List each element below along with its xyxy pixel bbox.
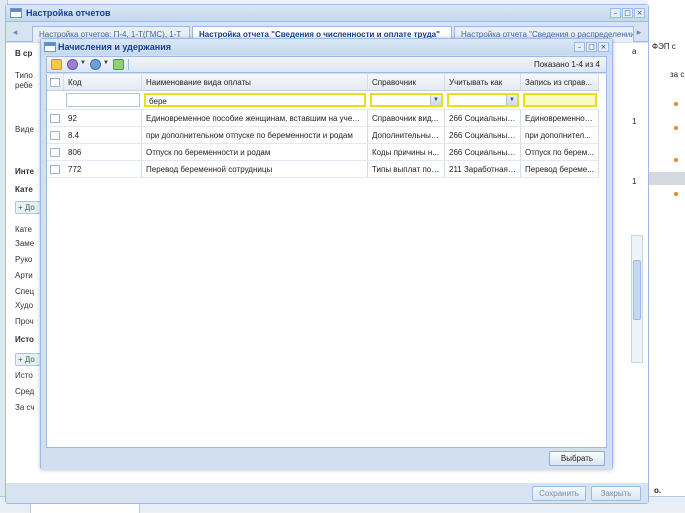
window-title: Настройка отчетов — [26, 8, 111, 18]
record-filter-input[interactable] — [523, 93, 597, 107]
column-header-account-as[interactable]: Учитывать как — [445, 74, 521, 90]
grid-header-row: Код Наименование вида оплаты Справочник … — [47, 74, 599, 91]
table-row[interactable]: 8.4 при дополнительном отпуске по береме… — [47, 127, 599, 144]
column-header-reference[interactable]: Справочник — [368, 74, 445, 90]
tab-scroll-right-icon[interactable]: ▸ — [634, 27, 644, 39]
cell-reference: Коды причины н... — [368, 144, 445, 160]
window-footer: Сохранить Закрыть — [6, 483, 648, 503]
row-checkbox[interactable] — [50, 114, 60, 123]
payment-types-grid: Код Наименование вида оплаты Справочник … — [46, 74, 607, 448]
bg-marker — [674, 192, 678, 196]
vertical-scrollbar[interactable] — [631, 235, 643, 363]
reference-filter-select[interactable]: ▼ — [370, 93, 443, 107]
cell-code: 772 — [64, 161, 142, 177]
name-filter-input[interactable]: бере — [144, 93, 366, 107]
bg-selected-row — [648, 172, 685, 185]
cell-reference: Справочник вид... — [368, 110, 445, 126]
tab-scroll-left-icon[interactable]: ◂ — [10, 27, 20, 39]
window-icon — [44, 42, 56, 52]
cell-record: Перевод береме... — [521, 161, 599, 177]
cell-record: Единовременное... — [521, 110, 599, 126]
field-label: 1 — [632, 177, 637, 186]
cell-reference: Типы выплат по ... — [368, 161, 445, 177]
dialog-footer: Выбрать — [41, 448, 612, 470]
bg-marker — [674, 126, 678, 130]
row-checkbox[interactable] — [50, 165, 60, 174]
code-filter-input[interactable] — [66, 93, 140, 107]
cell-account-as: 211 Заработная ... — [445, 161, 521, 177]
bg-cell: о. — [654, 486, 662, 495]
accruals-dialog: Начисления и удержания – □ × ▼ ▼ Показан… — [40, 38, 613, 470]
account-as-filter-select[interactable]: ▼ — [447, 93, 519, 107]
refresh-icon[interactable] — [113, 59, 124, 70]
grid-filter-row: бере ▼ ▼ — [47, 91, 599, 110]
column-header-code[interactable]: Код — [64, 74, 142, 90]
cell-account-as: 266 Социальные ... — [445, 127, 521, 143]
cell-reference: Дополнительные... — [368, 127, 445, 143]
filter-icon[interactable] — [67, 59, 78, 70]
close-button[interactable]: Закрыть — [591, 486, 641, 501]
cell-name: Единовременное пособие женщинам, вставши… — [142, 110, 368, 126]
cell-code: 8.4 — [64, 127, 142, 143]
cell-name: при дополнительном отпуске по беременнос… — [142, 127, 368, 143]
cell-code: 92 — [64, 110, 142, 126]
maximize-icon[interactable]: □ — [622, 8, 633, 18]
select-button[interactable]: Выбрать — [549, 451, 605, 466]
background-app-right-edge: ФЭП с за с о. — [648, 0, 685, 512]
cell-name: Перевод беременной сотрудницы — [142, 161, 368, 177]
table-row[interactable]: 92 Единовременное пособие женщинам, вста… — [47, 110, 599, 127]
column-header-record[interactable]: Запись из справ... — [521, 74, 599, 90]
cell-record: Отпуск по берем... — [521, 144, 599, 160]
chevron-down-icon[interactable]: ▼ — [430, 95, 441, 105]
chevron-down-icon[interactable]: ▼ — [103, 60, 109, 66]
row-checkbox[interactable] — [50, 131, 60, 140]
window-icon — [10, 8, 22, 18]
chevron-down-icon[interactable]: ▼ — [506, 95, 517, 105]
table-row[interactable]: 772 Перевод беременной сотрудницы Типы в… — [47, 161, 599, 178]
cell-name: Отпуск по беременности и родам — [142, 144, 368, 160]
dialog-titlebar: Начисления и удержания – □ × — [41, 39, 612, 55]
cell-code: 806 — [64, 144, 142, 160]
bg-column-header: за с — [670, 70, 685, 79]
table-row[interactable]: 806 Отпуск по беременности и родам Коды … — [47, 144, 599, 161]
cell-record: при дополнител... — [521, 127, 599, 143]
scrollbar-thumb[interactable] — [633, 260, 641, 320]
minimize-icon[interactable]: – — [574, 42, 585, 52]
cell-account-as: 266 Социальные ... — [445, 144, 521, 160]
edit-icon[interactable] — [51, 59, 62, 70]
row-checkbox[interactable] — [50, 148, 60, 157]
paging-info: Показано 1-4 из 4 — [533, 60, 600, 69]
list-settings-icon[interactable] — [90, 59, 101, 70]
save-button[interactable]: Сохранить — [532, 486, 586, 501]
bg-column-header: ФЭП с — [652, 42, 676, 51]
field-label: 1 — [632, 117, 637, 126]
window-tools: – □ × — [610, 8, 645, 18]
maximize-icon[interactable]: □ — [586, 42, 597, 52]
cell-account-as: 266 Социальные ... — [445, 110, 521, 126]
minimize-icon[interactable]: – — [610, 8, 621, 18]
bg-marker — [674, 102, 678, 106]
dialog-toolbar: ▼ ▼ Показано 1-4 из 4 — [46, 56, 607, 73]
window-titlebar: Настройка отчетов – □ × — [6, 5, 648, 22]
select-all-checkbox[interactable] — [50, 78, 60, 87]
toolbar-separator — [128, 59, 129, 70]
column-header-name[interactable]: Наименование вида оплаты — [142, 74, 368, 90]
chevron-down-icon[interactable]: ▼ — [80, 60, 86, 66]
field-label: а — [632, 47, 637, 56]
close-icon[interactable]: × — [634, 8, 645, 18]
dialog-tools: – □ × — [574, 42, 609, 52]
close-icon[interactable]: × — [598, 42, 609, 52]
bg-marker — [674, 158, 678, 162]
dialog-title: Начисления и удержания — [58, 42, 171, 52]
